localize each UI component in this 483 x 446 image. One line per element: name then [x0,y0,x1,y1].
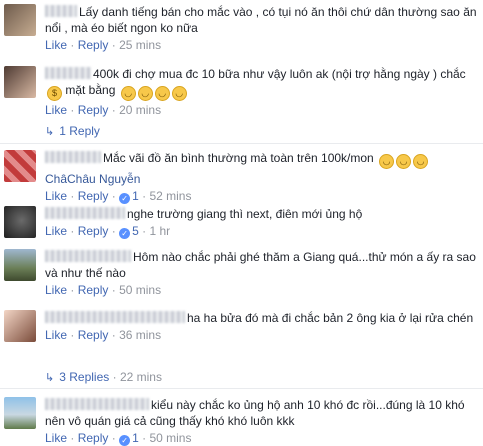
divider [0,388,483,389]
laughing-emoji-icon: ◡ [137,86,153,101]
author-name[interactable] [45,207,125,219]
avatar[interactable] [4,310,36,342]
comment-text: Mắc vãi đồ ăn bình thường mà toàn trên 1… [45,150,479,169]
thumbs-up-icon: ✓ [119,435,131,446]
comment-text: 400k đi chợ mua đc 10 bữa như vậy luôn a… [45,66,479,101]
author-name[interactable] [45,398,149,410]
author-name[interactable] [45,250,131,262]
comment-text: Lấy danh tiếng bán cho mắc vào , có tụi … [45,5,477,35]
like-link[interactable]: Like [45,103,67,117]
like-link[interactable]: Like [45,189,67,203]
timestamp[interactable]: 1 hr [149,224,170,238]
reply-arrow-icon: ↳ [45,126,55,138]
timestamp[interactable]: 50 mins [149,431,191,445]
comment-text: kiểu này chắc ko ủng hộ anh 10 khó đc rồ… [45,398,465,428]
avatar[interactable] [4,150,36,182]
avatar[interactable] [4,66,36,98]
laughing-emoji-icon: ◡ [396,154,412,169]
like-count[interactable]: ✓ 5 [119,224,139,239]
reply-link[interactable]: Reply [78,189,109,203]
comment-actions: Like · Reply · 25 mins [45,38,162,52]
like-count[interactable]: ✓ 1 [119,431,139,446]
author-name[interactable] [45,67,91,79]
laughing-emoji-icon: ◡ [413,154,429,169]
comment-text: ha ha bửa đó mà đi chắc bản 2 ông kia ở … [45,310,479,326]
author-name[interactable] [45,151,101,163]
timestamp[interactable]: 20 mins [119,103,161,117]
timestamp[interactable]: 36 mins [119,328,161,342]
reply-link[interactable]: Reply [78,283,109,297]
thumbs-up-icon: ✓ [119,228,131,239]
view-replies-link[interactable]: ↳ 3 Replies · 22 mins [45,370,162,384]
like-link[interactable]: Like [45,431,67,445]
comment-mention-line: ChâChâu Nguyễn [45,171,479,187]
laughing-emoji-icon: ◡ [171,86,187,101]
laughing-emoji-icon: ◡ [154,86,170,101]
like-link[interactable]: Like [45,328,67,342]
money-bag-icon: $ [47,86,62,101]
comment-actions: Like · Reply · ✓ 1 · 50 mins [45,431,192,446]
like-count[interactable]: ✓ 1 [119,189,139,204]
avatar[interactable] [4,397,36,429]
divider [0,143,483,144]
reply-link[interactable]: Reply [78,224,109,238]
avatar[interactable] [4,249,36,281]
thumbs-up-icon: ✓ [119,193,131,204]
timestamp[interactable]: 52 mins [149,189,191,203]
reply-arrow-icon: ↳ [45,372,55,384]
reply-link[interactable]: Reply [78,38,109,52]
avatar[interactable] [4,206,36,238]
view-replies-link[interactable]: ↳ 1 Reply [45,124,100,138]
comment-feed: Lấy danh tiếng bán cho mắc vào , có tụi … [0,0,483,446]
timestamp: 22 mins [119,370,162,384]
comment-actions: Like · Reply · 50 mins [45,283,162,297]
avatar[interactable] [4,4,36,36]
comment-text: Hôm nào chắc phải ghé thăm a Giang quá..… [45,250,476,280]
reply-link[interactable]: Reply [78,103,109,117]
reply-link[interactable]: Reply [78,328,109,342]
like-link[interactable]: Like [45,38,67,52]
comment-actions: Like · Reply · ✓ 5 · 1 hr [45,224,171,239]
timestamp[interactable]: 25 mins [119,38,161,52]
comment-actions: Like · Reply · 20 mins [45,103,162,117]
like-link[interactable]: Like [45,283,67,297]
reply-link[interactable]: Reply [78,431,109,445]
mention-link[interactable]: ChâChâu Nguyễn [45,172,140,186]
author-name[interactable] [45,311,185,323]
like-link[interactable]: Like [45,224,67,238]
timestamp[interactable]: 50 mins [119,283,161,297]
comment-text: nghe trường giang thì next, điên mới ủng… [45,206,479,222]
comment-actions: Like · Reply · 36 mins [45,328,162,342]
laughing-emoji-icon: ◡ [379,154,395,169]
sweat-smile-emoji-icon: ◡ [120,86,136,101]
author-name[interactable] [45,5,77,17]
comment-actions: Like · Reply · ✓ 1 · 52 mins [45,189,192,204]
